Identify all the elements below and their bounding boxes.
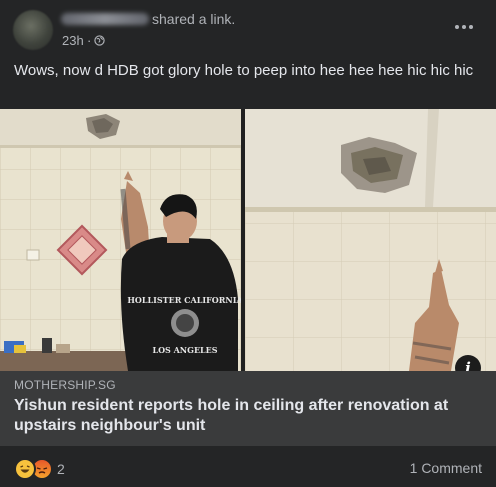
shirt-print-bottom: LOS ANGELES — [152, 345, 217, 355]
post-header: shared a link. 23h · — [0, 0, 496, 58]
reaction-count: 2 — [57, 461, 65, 477]
post-caption: Wows, now d HDB got glory hole to peep i… — [14, 62, 474, 79]
photo-resident-pointing: HOLLISTER CALIFORNIA LOS ANGELES — [0, 109, 241, 371]
avatar[interactable] — [13, 10, 53, 50]
photo-ceiling-hole — [245, 109, 496, 371]
post-footer: 2 1 Comment — [0, 446, 496, 487]
reactions-summary[interactable]: 2 — [14, 458, 65, 480]
link-domain: MOTHERSHIP.SG — [14, 378, 116, 392]
link-preview-card[interactable]: MOTHERSHIP.SG Yishun resident reports ho… — [0, 371, 496, 446]
more-options-icon[interactable] — [452, 17, 476, 37]
feed-post: shared a link. 23h · Wows, now d HDB got… — [0, 0, 496, 487]
shared-action-text: shared a link. — [152, 11, 236, 27]
comments-count-link[interactable]: 1 Comment — [410, 460, 482, 476]
link-title[interactable]: Yishun resident reports hole in ceiling … — [14, 396, 484, 436]
author-name-redacted[interactable] — [61, 13, 149, 25]
link-preview-image[interactable]: HOLLISTER CALIFORNIA LOS ANGELES — [0, 109, 496, 371]
timestamp-separator: · — [87, 33, 92, 48]
post-timestamp[interactable]: 23h — [62, 33, 84, 48]
globe-icon — [94, 35, 105, 46]
haha-icon — [14, 458, 36, 480]
shirt-print-top: HOLLISTER CALIFORNIA — [127, 295, 241, 305]
